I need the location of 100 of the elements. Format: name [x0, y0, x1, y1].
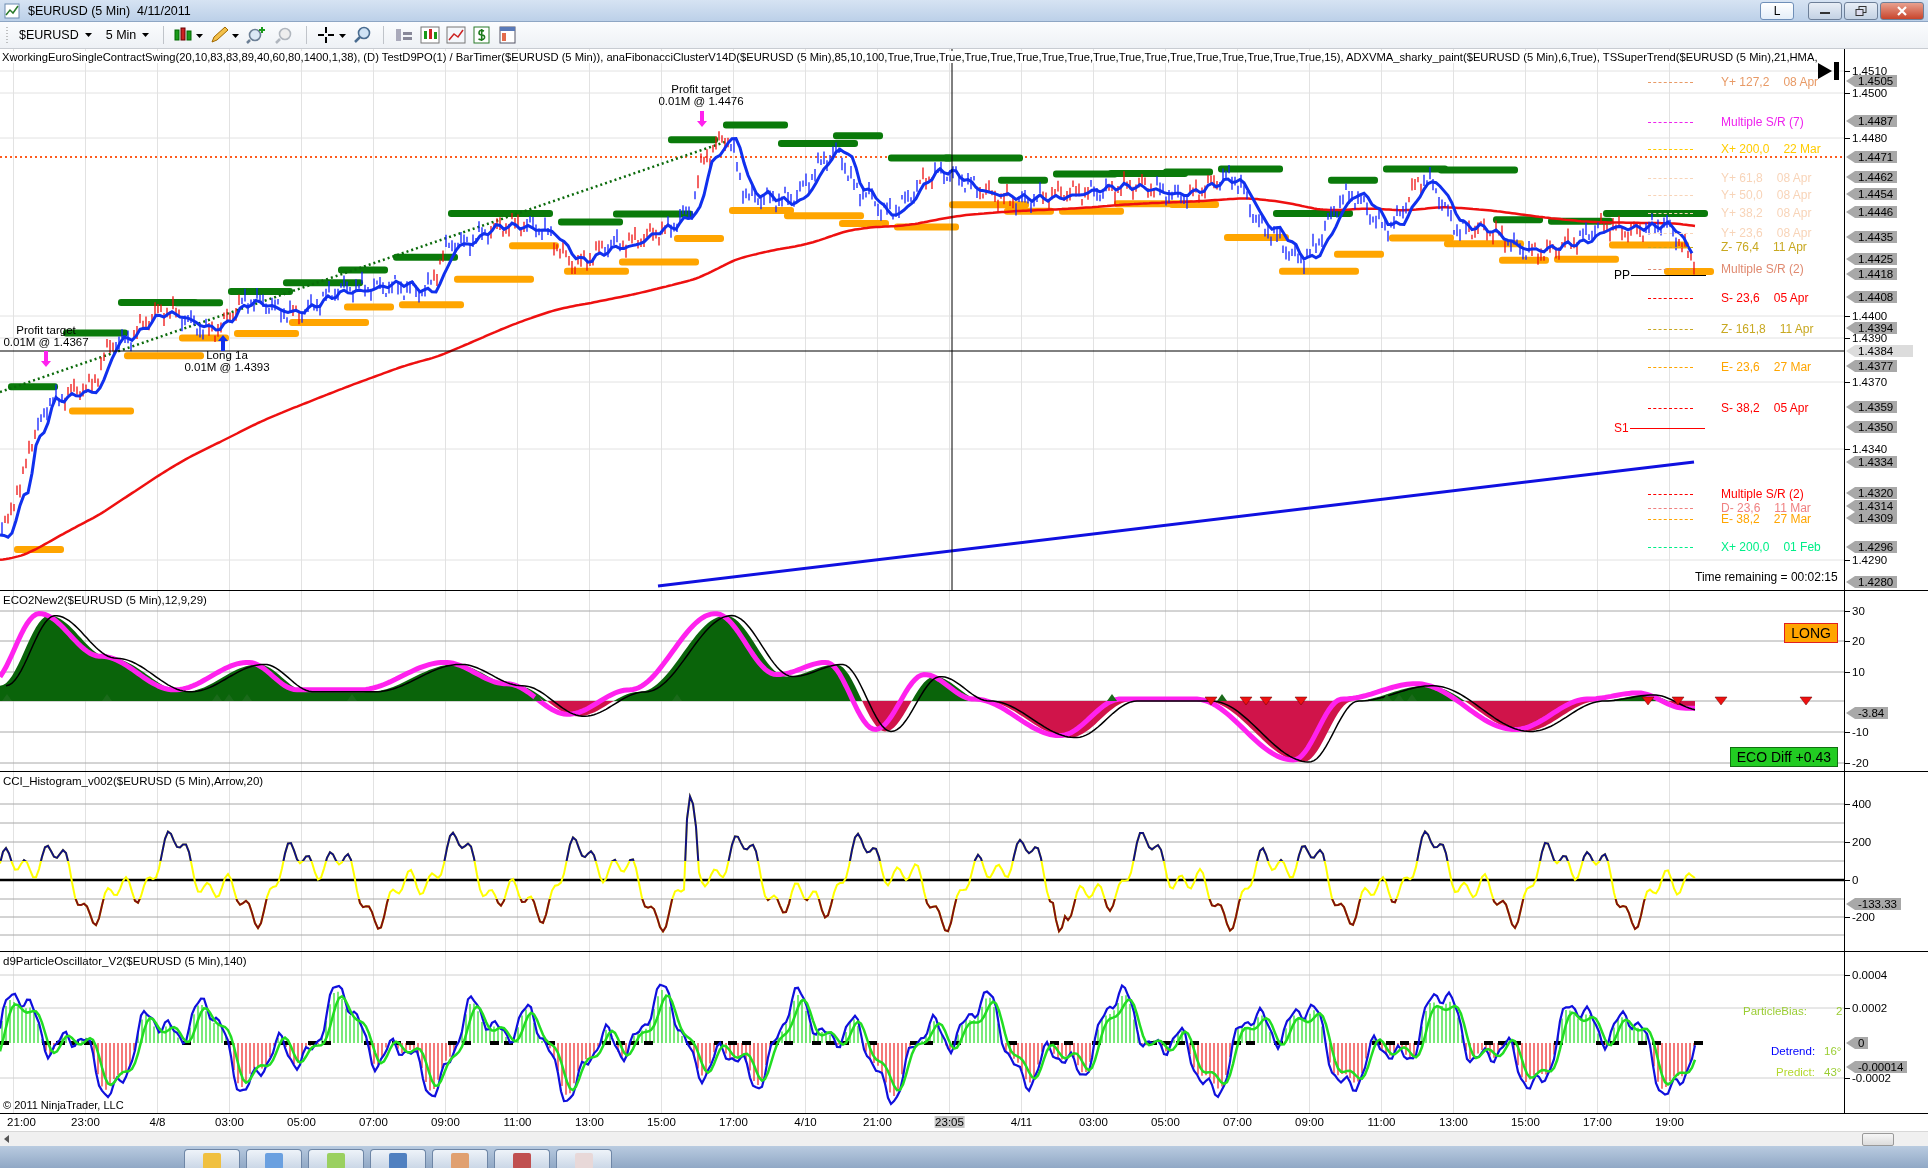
- time-label: 07:00: [358, 1116, 389, 1128]
- axis-label: -0.0002: [1852, 1072, 1891, 1084]
- restore-icon: [1855, 5, 1867, 16]
- line-chart-icon[interactable]: [446, 26, 467, 44]
- price-tag: 1.4314: [1846, 500, 1898, 512]
- level-line: [1648, 494, 1693, 495]
- time-label: 4/8: [148, 1116, 167, 1128]
- link-button[interactable]: L: [1760, 1, 1794, 20]
- taskbar-button[interactable]: [494, 1149, 550, 1168]
- time-label: 23:00: [70, 1116, 101, 1128]
- time-label: 07:00: [1222, 1116, 1253, 1128]
- taskbar-button[interactable]: [246, 1149, 302, 1168]
- candlestick-icon[interactable]: [174, 26, 205, 44]
- trade-label: Long 1a: [205, 349, 249, 361]
- level-date: 27 Mar: [1773, 361, 1812, 374]
- time-label: 21:00: [6, 1116, 37, 1128]
- value-tag: -3.84: [1846, 707, 1889, 719]
- axis-label: 20: [1852, 635, 1865, 647]
- taskbar-button[interactable]: [432, 1149, 488, 1168]
- level-line: [1648, 519, 1693, 520]
- indicator-legend: XworkingEuroSingleContractSwing(20,10,83,83,89,40,60,80,1400,1,38), (D) TestD9PO(1) / BarTimer($EURUSD (5 Min)), anaFibonacciClusterV14D($EURUSD (5 Min),85,10,100,True,True,True,True,True,True,True,True,True,True,True,True,True,True,True,True,True,15), ADXVMA_sharky_paint($EURUSD (5 Min),6,True), TSSuperTrend($EURUSD (5 Min),21,HMA,: [2, 51, 1818, 63]
- taskbar-button[interactable]: [184, 1149, 240, 1168]
- price-tag: 1.4418: [1846, 268, 1898, 280]
- time-label: 15:00: [646, 1116, 677, 1128]
- axis-label: 1.4340: [1852, 443, 1888, 455]
- level-line: [1648, 247, 1693, 248]
- price-tag: 1.4462: [1846, 171, 1898, 183]
- scrollbar-thumb[interactable]: [1862, 1133, 1894, 1146]
- level-line: [1648, 408, 1693, 409]
- bars-icon[interactable]: [394, 26, 415, 44]
- axis-label: -200: [1852, 911, 1876, 923]
- axis-label: 10: [1852, 666, 1865, 678]
- trade-label: Profit target: [15, 324, 77, 336]
- level-date: 08 Apr: [1776, 207, 1812, 220]
- axis-label: 1.4400: [1852, 310, 1888, 322]
- price-tag: 1.4487: [1846, 115, 1898, 127]
- diff-badge: ECO Diff +0.43: [1729, 747, 1838, 767]
- level-label: Z- 161,8: [1721, 323, 1766, 336]
- level-label: E- 23,6: [1721, 361, 1760, 374]
- time-label: 23:05: [934, 1116, 965, 1128]
- level-date: 11 Mar: [1774, 502, 1811, 515]
- time-label: 05:00: [1150, 1116, 1181, 1128]
- level-line: [1648, 547, 1693, 548]
- skip-to-end-icon[interactable]: [1818, 61, 1840, 81]
- time-label: 03:00: [214, 1116, 245, 1128]
- trade-detail: 0.01M @ 1.4476: [658, 95, 744, 107]
- level-label: Multiple S/R (2): [1721, 488, 1804, 501]
- instrument-dropdown[interactable]: $EURUSD: [15, 26, 96, 44]
- price-tag: 1.4505: [1846, 75, 1898, 87]
- close-button[interactable]: [1880, 1, 1924, 20]
- interval-dropdown[interactable]: 5 Min: [101, 26, 154, 44]
- level-date: 11 Apr: [1779, 323, 1814, 336]
- price-tag: 1.4425: [1846, 253, 1898, 265]
- level-line: [1648, 122, 1693, 123]
- price-tag: 1.4454: [1846, 188, 1898, 200]
- price-tag: 1.4350: [1846, 421, 1898, 433]
- candlestick-chart-icon[interactable]: [420, 26, 441, 44]
- axis-label: 0: [1852, 874, 1859, 886]
- indicator-title: CCI_Histogram_v002($EURUSD (5 Min),Arrow,20): [3, 775, 264, 787]
- caret-icon: [84, 33, 92, 37]
- stat-value: 16°: [1824, 1045, 1842, 1057]
- price-tag: 1.4309: [1846, 512, 1898, 524]
- level-line: [1648, 82, 1693, 83]
- price-tag: 1.4296: [1846, 541, 1898, 553]
- level-date: 05 Apr: [1773, 292, 1809, 305]
- taskbar-button[interactable]: [370, 1149, 426, 1168]
- restore-button[interactable]: [1844, 1, 1878, 20]
- crosshair-icon[interactable]: [317, 26, 348, 44]
- axis-label: 1.4290: [1852, 554, 1888, 566]
- minimize-button[interactable]: [1808, 1, 1842, 20]
- close-icon: [1896, 5, 1908, 16]
- level-label: S- 23,6: [1721, 292, 1760, 305]
- price-tag: 1.4334: [1846, 456, 1898, 468]
- time-label: 21:00: [862, 1116, 893, 1128]
- stat-label: Detrend:: [1771, 1045, 1816, 1057]
- time-label: 09:00: [430, 1116, 461, 1128]
- taskbar-button[interactable]: [308, 1149, 364, 1168]
- level-line: [1648, 213, 1693, 214]
- axis-label: 1.4370: [1852, 376, 1888, 388]
- level-line: [1648, 298, 1693, 299]
- level-line: [1648, 508, 1693, 509]
- level-line: [1648, 367, 1693, 368]
- axis-label: 400: [1852, 798, 1872, 810]
- pencil-icon[interactable]: [210, 26, 241, 44]
- level-date: 08 Apr: [1776, 227, 1812, 240]
- axis-label: 1.4480: [1852, 132, 1888, 144]
- value-tag: -0.00014: [1846, 1061, 1908, 1073]
- time-label: 4/10: [793, 1116, 818, 1128]
- dollar-icon[interactable]: [472, 26, 493, 44]
- level-label: Multiple S/R (2): [1721, 263, 1804, 276]
- level-label: S- 38,2: [1721, 402, 1760, 415]
- up-arrow-icon: [218, 335, 228, 351]
- axis-label: 30: [1852, 605, 1865, 617]
- level-line: [1648, 233, 1693, 234]
- panel-icon[interactable]: [498, 26, 519, 44]
- pivot-label: PP: [1614, 269, 1630, 282]
- axis-label: 1.4500: [1852, 87, 1888, 99]
- app-icon: [4, 2, 20, 19]
- taskbar-button[interactable]: [556, 1149, 612, 1168]
- level-line: [1648, 269, 1693, 270]
